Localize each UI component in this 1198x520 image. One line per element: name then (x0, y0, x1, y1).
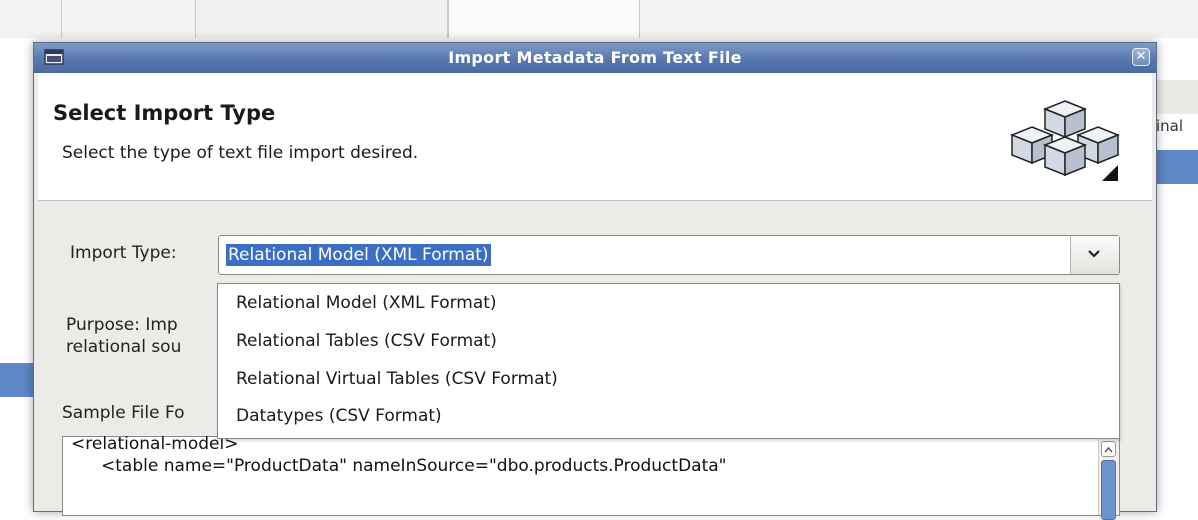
sample-file-textarea[interactable]: <relational-model> <table name="ProductD… (62, 434, 1120, 520)
background-tab (62, 0, 196, 38)
background-tab (448, 0, 640, 38)
vertical-scrollbar[interactable] (1098, 437, 1119, 520)
cubes-icon (1010, 100, 1120, 181)
purpose-text: Purpose: Imp (66, 315, 178, 335)
combo-dropdown-button[interactable] (1070, 236, 1119, 274)
background-tab (0, 0, 62, 38)
wizard-header: Select Import Type Select the type of te… (38, 73, 1152, 201)
import-type-combo[interactable]: Relational Model (XML Format) (218, 235, 1120, 275)
background-panel-strip (1152, 80, 1198, 114)
chevron-down-icon (1088, 250, 1100, 258)
page-description: Select the type of text file import desi… (62, 143, 419, 163)
dialog-titlebar[interactable]: Import Metadata From Text File ✕ (34, 43, 1156, 73)
purpose-text-line2: relational sou (66, 337, 182, 357)
dialog-title: Import Metadata From Text File (448, 48, 742, 67)
scroll-thumb[interactable] (1101, 460, 1116, 520)
sample-line: <table name="ProductData" nameInSource="… (101, 456, 727, 476)
background-selection (1152, 150, 1198, 184)
dropdown-option[interactable]: Relational Tables (CSV Format) (236, 330, 497, 352)
sample-file-label: Sample File Fo (62, 403, 185, 423)
background-tab (196, 0, 448, 38)
background-selection (0, 363, 36, 397)
sample-line: <relational-model> (71, 434, 239, 454)
import-metadata-dialog: Import Metadata From Text File ✕ Select … (33, 42, 1157, 520)
dropdown-option[interactable]: Relational Model (XML Format) (236, 292, 497, 314)
dropdown-option[interactable]: Relational Virtual Tables (CSV Format) (236, 368, 558, 390)
page-title: Select Import Type (53, 101, 276, 125)
import-type-selected: Relational Model (XML Format) (226, 244, 491, 266)
chevron-up-icon (1104, 446, 1113, 453)
close-icon[interactable]: ✕ (1132, 48, 1150, 66)
dropdown-option[interactable]: Datatypes (CSV Format) (236, 405, 442, 427)
background-label: inal (1156, 117, 1184, 135)
import-type-label: Import Type: (70, 243, 177, 263)
import-type-dropdown-list: Relational Model (XML Format) Relational… (217, 283, 1120, 439)
scroll-up-button[interactable] (1101, 441, 1116, 457)
